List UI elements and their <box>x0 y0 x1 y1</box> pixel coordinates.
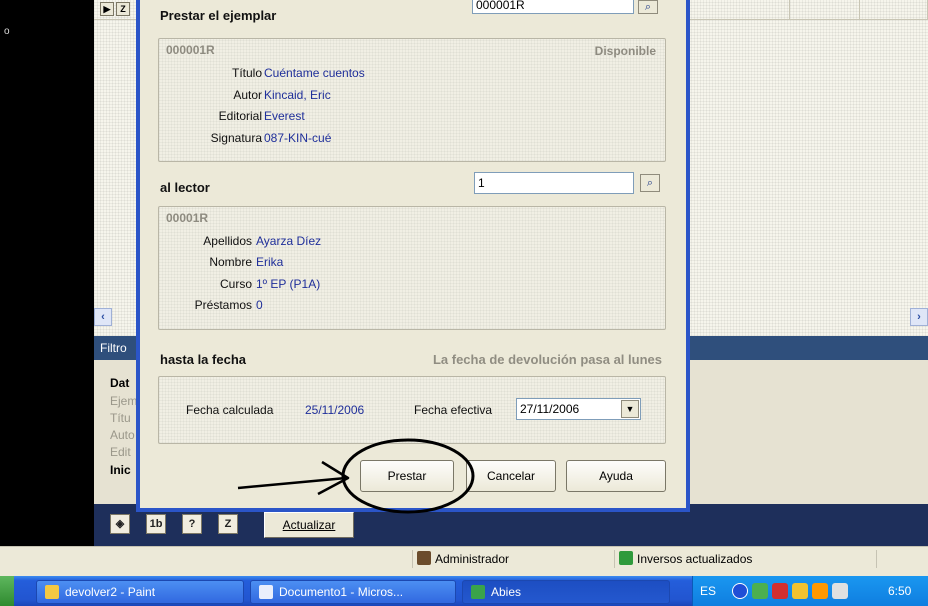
sync-icon <box>619 551 633 565</box>
reader-field-label: Apellidos <box>203 234 252 248</box>
date-note: La fecha de devolución pasa al lunes <box>432 352 662 367</box>
grid-column-header[interactable] <box>860 0 928 20</box>
display-icon[interactable] <box>832 583 848 599</box>
filter-item: Inic <box>110 463 131 477</box>
clock[interactable]: 6:50 <box>888 584 911 598</box>
z-icon[interactable]: Z <box>218 514 238 534</box>
effective-date-label: Fecha efectiva <box>414 403 493 417</box>
left-edge-marker: o <box>4 26 10 37</box>
lend-button[interactable]: Prestar <box>360 460 454 492</box>
user-icon <box>417 551 431 565</box>
left-black-panel <box>0 0 94 546</box>
dialog-frame-left <box>136 0 140 512</box>
copy-status: Disponible <box>594 44 656 58</box>
copy-field-label: Título <box>231 66 262 80</box>
warning-icon[interactable] <box>812 583 828 599</box>
loan-section-title: Prestar el ejemplar <box>160 8 277 23</box>
1b-icon[interactable]: 1b <box>146 514 166 534</box>
filter-item: Ejem <box>110 394 138 408</box>
network-icon[interactable] <box>752 583 768 599</box>
question-icon[interactable]: ? <box>182 514 202 534</box>
grid-column-header[interactable] <box>690 0 790 20</box>
copy-field-label: Signatura <box>210 131 262 145</box>
copy-code: 000001R <box>166 43 215 57</box>
help-button[interactable]: Ayuda <box>566 460 666 492</box>
taskbar-item-label: Abies <box>491 585 522 599</box>
start-button[interactable] <box>0 576 14 606</box>
paint-icon <box>45 585 59 599</box>
scroll-right-icon[interactable]: › <box>910 308 928 326</box>
reader-section-title: al lector <box>160 180 210 195</box>
dialog-frame-bottom <box>136 508 690 512</box>
calculated-date-label: Fecha calculada <box>186 403 274 417</box>
copy-code-input[interactable]: 000001R <box>472 0 634 14</box>
reader-field-label: Curso <box>219 277 252 291</box>
status-user-text: Administrador <box>435 552 510 566</box>
copy-field-label: Autor <box>233 88 262 102</box>
status-message: Inversos actualizados <box>614 550 876 568</box>
books-icon[interactable]: ◈ <box>110 514 130 534</box>
reader-field-value: Erika <box>256 255 284 269</box>
taskbar-item-label: Documento1 - Micros... <box>279 585 404 599</box>
copy-field-value: Kincaid, Eric <box>264 88 331 102</box>
messenger-icon[interactable] <box>792 583 808 599</box>
filter-item: Auto <box>110 428 135 442</box>
search-icon[interactable]: ⌕ <box>640 174 660 192</box>
reader-field-label: Nombre <box>209 255 252 269</box>
status-user: Administrador <box>412 550 612 568</box>
status-message-text: Inversos actualizados <box>637 552 753 566</box>
effective-date-value: 27/11/2006 <box>520 402 580 416</box>
filter-item: Edit <box>110 445 131 459</box>
taskbar-item-abies[interactable]: Abies <box>462 580 670 604</box>
reader-code-input[interactable]: 1 <box>474 172 634 194</box>
effective-date-select[interactable]: 27/11/2006 ▼ <box>516 398 641 420</box>
cancel-button[interactable]: Cancelar <box>466 460 556 492</box>
abies-icon <box>471 585 485 599</box>
search-icon[interactable]: ⌕ <box>638 0 658 14</box>
scroll-left-icon[interactable]: ‹ <box>94 308 112 326</box>
copy-field-value: 087-KIN-cué <box>264 131 332 145</box>
calculated-date-value: 25/11/2006 <box>305 403 365 417</box>
reader-field-label: Préstamos <box>194 298 252 312</box>
dialog-frame-right <box>686 0 690 512</box>
language-indicator[interactable]: ES <box>700 584 716 598</box>
antivirus-icon[interactable] <box>772 583 788 599</box>
grid-column-header[interactable] <box>790 0 860 20</box>
copy-field-value: Everest <box>264 109 305 123</box>
filter-label: Filtro <box>100 341 127 355</box>
z-icon[interactable]: Z <box>116 2 130 16</box>
back-icon[interactable] <box>732 583 748 599</box>
reader-field-value: 0 <box>256 298 263 312</box>
taskbar-item-word[interactable]: Documento1 - Micros... <box>250 580 456 604</box>
reader-field-value: Ayarza Díez <box>256 234 322 248</box>
filter-item: Títu <box>110 411 131 425</box>
refresh-button[interactable]: Actualizar <box>264 512 354 538</box>
date-section-title: hasta la fecha <box>160 352 246 367</box>
filter-item: Dat <box>110 376 130 390</box>
word-icon <box>259 585 273 599</box>
reader-code: 00001R <box>166 211 209 225</box>
status-cell <box>876 550 928 568</box>
chevron-down-icon[interactable]: ▼ <box>621 400 639 418</box>
taskbar-item-label: devolver2 - Paint <box>65 585 156 599</box>
taskbar-item-paint[interactable]: devolver2 - Paint <box>36 580 244 604</box>
record-next-icon[interactable]: ▶ <box>100 2 114 16</box>
reader-field-value: 1º EP (P1A) <box>256 277 321 291</box>
copy-field-label: Editorial <box>218 109 262 123</box>
copy-field-value: Cuéntame cuentos <box>264 66 365 80</box>
